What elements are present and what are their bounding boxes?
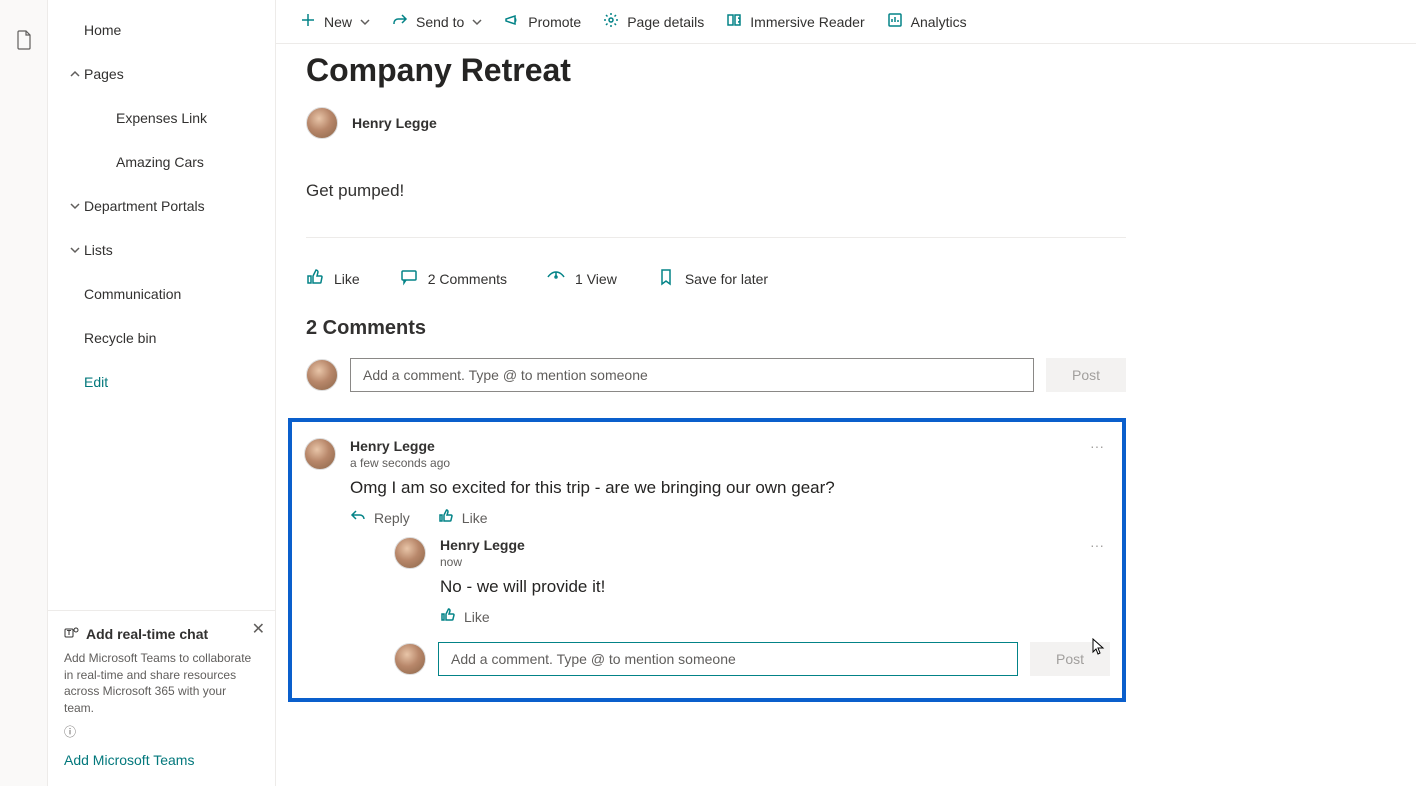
chevron-up-icon: [66, 68, 84, 80]
nav-lists[interactable]: Lists: [48, 228, 275, 272]
comment-time: now: [440, 555, 525, 569]
avatar[interactable]: [306, 107, 338, 139]
page-title: Company Retreat: [306, 52, 1126, 89]
nav-label: Expenses Link: [84, 110, 207, 126]
thumbs-up-icon: [438, 508, 454, 527]
nav-label: Edit: [66, 374, 108, 390]
chevron-down-icon: [360, 14, 370, 30]
add-teams-link[interactable]: Add Microsoft Teams: [64, 752, 259, 768]
comments-count[interactable]: 2 Comments: [400, 268, 507, 289]
nav-edit[interactable]: Edit: [48, 360, 275, 404]
info-icon[interactable]: ⓘ: [64, 723, 259, 740]
avatar: [394, 643, 426, 675]
comment-reply: Henry Legge now ··· No - we will provide…: [394, 537, 1110, 626]
comment-text: No - we will provide it!: [440, 577, 1110, 597]
teams-icon: T: [64, 625, 80, 644]
divider: [306, 237, 1126, 238]
nav: Home Pages Expenses Link Amazing Cars De…: [48, 0, 275, 610]
nav-pages[interactable]: Pages: [48, 52, 275, 96]
author-row: Henry Legge: [306, 107, 1126, 139]
nav-expenses-link[interactable]: Expenses Link: [48, 96, 275, 140]
more-icon[interactable]: ···: [1084, 537, 1110, 553]
chevron-down-icon: [66, 244, 84, 256]
views-count[interactable]: 1 View: [547, 268, 617, 289]
page-details-button[interactable]: Page details: [603, 12, 704, 31]
comment-text: Omg I am so excited for this trip - are …: [350, 478, 1110, 498]
eye-icon: [547, 268, 565, 289]
comment-author: Henry Legge: [440, 537, 525, 553]
comment: Henry Legge a few seconds ago ··· Omg I …: [304, 438, 1110, 676]
promo-title: T Add real-time chat: [64, 625, 259, 644]
chevron-down-icon: [472, 14, 482, 30]
plus-icon: [300, 12, 316, 31]
toolbar: New Send to Promote Page details Immersi…: [276, 0, 1416, 44]
comment-author: Henry Legge: [350, 438, 450, 454]
nav-communication[interactable]: Communication: [48, 272, 275, 316]
nav-label: Communication: [84, 286, 181, 302]
nav-label: Pages: [84, 66, 124, 82]
social-row: Like 2 Comments 1 View Save for later: [306, 268, 1126, 289]
reply-icon: [350, 508, 366, 527]
book-icon: [726, 12, 742, 31]
sidebar: Home Pages Expenses Link Amazing Cars De…: [48, 0, 276, 786]
teams-promo: ✕ T Add real-time chat Add Microsoft Tea…: [48, 610, 275, 786]
send-to-button[interactable]: Send to: [392, 12, 482, 31]
avatar: [306, 359, 338, 391]
reply-button[interactable]: Reply: [350, 508, 410, 527]
immersive-reader-button[interactable]: Immersive Reader: [726, 12, 864, 31]
comments-header: 2 Comments: [306, 317, 1126, 340]
thumbs-up-icon: [306, 268, 324, 289]
comments-thread: Henry Legge a few seconds ago ··· Omg I …: [288, 418, 1126, 702]
megaphone-icon: [504, 12, 520, 31]
document-icon[interactable]: [16, 30, 32, 786]
post-button[interactable]: Post: [1046, 358, 1126, 392]
comment-time: a few seconds ago: [350, 456, 450, 470]
comment-input[interactable]: [350, 358, 1034, 392]
chevron-down-icon: [66, 200, 84, 212]
like-button[interactable]: Like: [440, 607, 490, 626]
nav-label: Amazing Cars: [84, 154, 204, 170]
share-icon: [392, 12, 408, 31]
analytics-button[interactable]: Analytics: [887, 12, 967, 31]
save-for-later-button[interactable]: Save for later: [657, 268, 768, 289]
reply-input[interactable]: [438, 642, 1018, 676]
promo-description: Add Microsoft Teams to collaborate in re…: [64, 650, 259, 717]
chart-icon: [887, 12, 903, 31]
reply-input-row: Post: [394, 642, 1110, 676]
nav-label: Department Portals: [84, 198, 205, 214]
comment-input-row: Post: [306, 358, 1126, 392]
promote-button[interactable]: Promote: [504, 12, 581, 31]
nav-recycle-bin[interactable]: Recycle bin: [48, 316, 275, 360]
main: New Send to Promote Page details Immersi…: [276, 0, 1416, 786]
post-button[interactable]: Post: [1030, 642, 1110, 676]
app-rail: [0, 0, 48, 786]
avatar[interactable]: [304, 438, 336, 470]
nav-department-portals[interactable]: Department Portals: [48, 184, 275, 228]
page-body: Get pumped!: [306, 181, 1126, 201]
comment-icon: [400, 268, 418, 289]
nav-label: Lists: [84, 242, 113, 258]
thumbs-up-icon: [440, 607, 456, 626]
nav-label: Recycle bin: [84, 330, 156, 346]
close-icon[interactable]: ✕: [252, 619, 265, 639]
gear-icon: [603, 12, 619, 31]
avatar[interactable]: [394, 537, 426, 569]
nav-amazing-cars[interactable]: Amazing Cars: [48, 140, 275, 184]
bookmark-icon: [657, 268, 675, 289]
new-button[interactable]: New: [300, 12, 370, 31]
author-name: Henry Legge: [352, 115, 437, 131]
nav-home[interactable]: Home: [48, 8, 275, 52]
svg-text:T: T: [67, 630, 72, 637]
more-icon[interactable]: ···: [1084, 438, 1110, 454]
nav-label: Home: [84, 22, 121, 38]
like-button[interactable]: Like: [438, 508, 488, 527]
content-area: Company Retreat Henry Legge Get pumped! …: [276, 44, 1416, 786]
like-button[interactable]: Like: [306, 268, 360, 289]
